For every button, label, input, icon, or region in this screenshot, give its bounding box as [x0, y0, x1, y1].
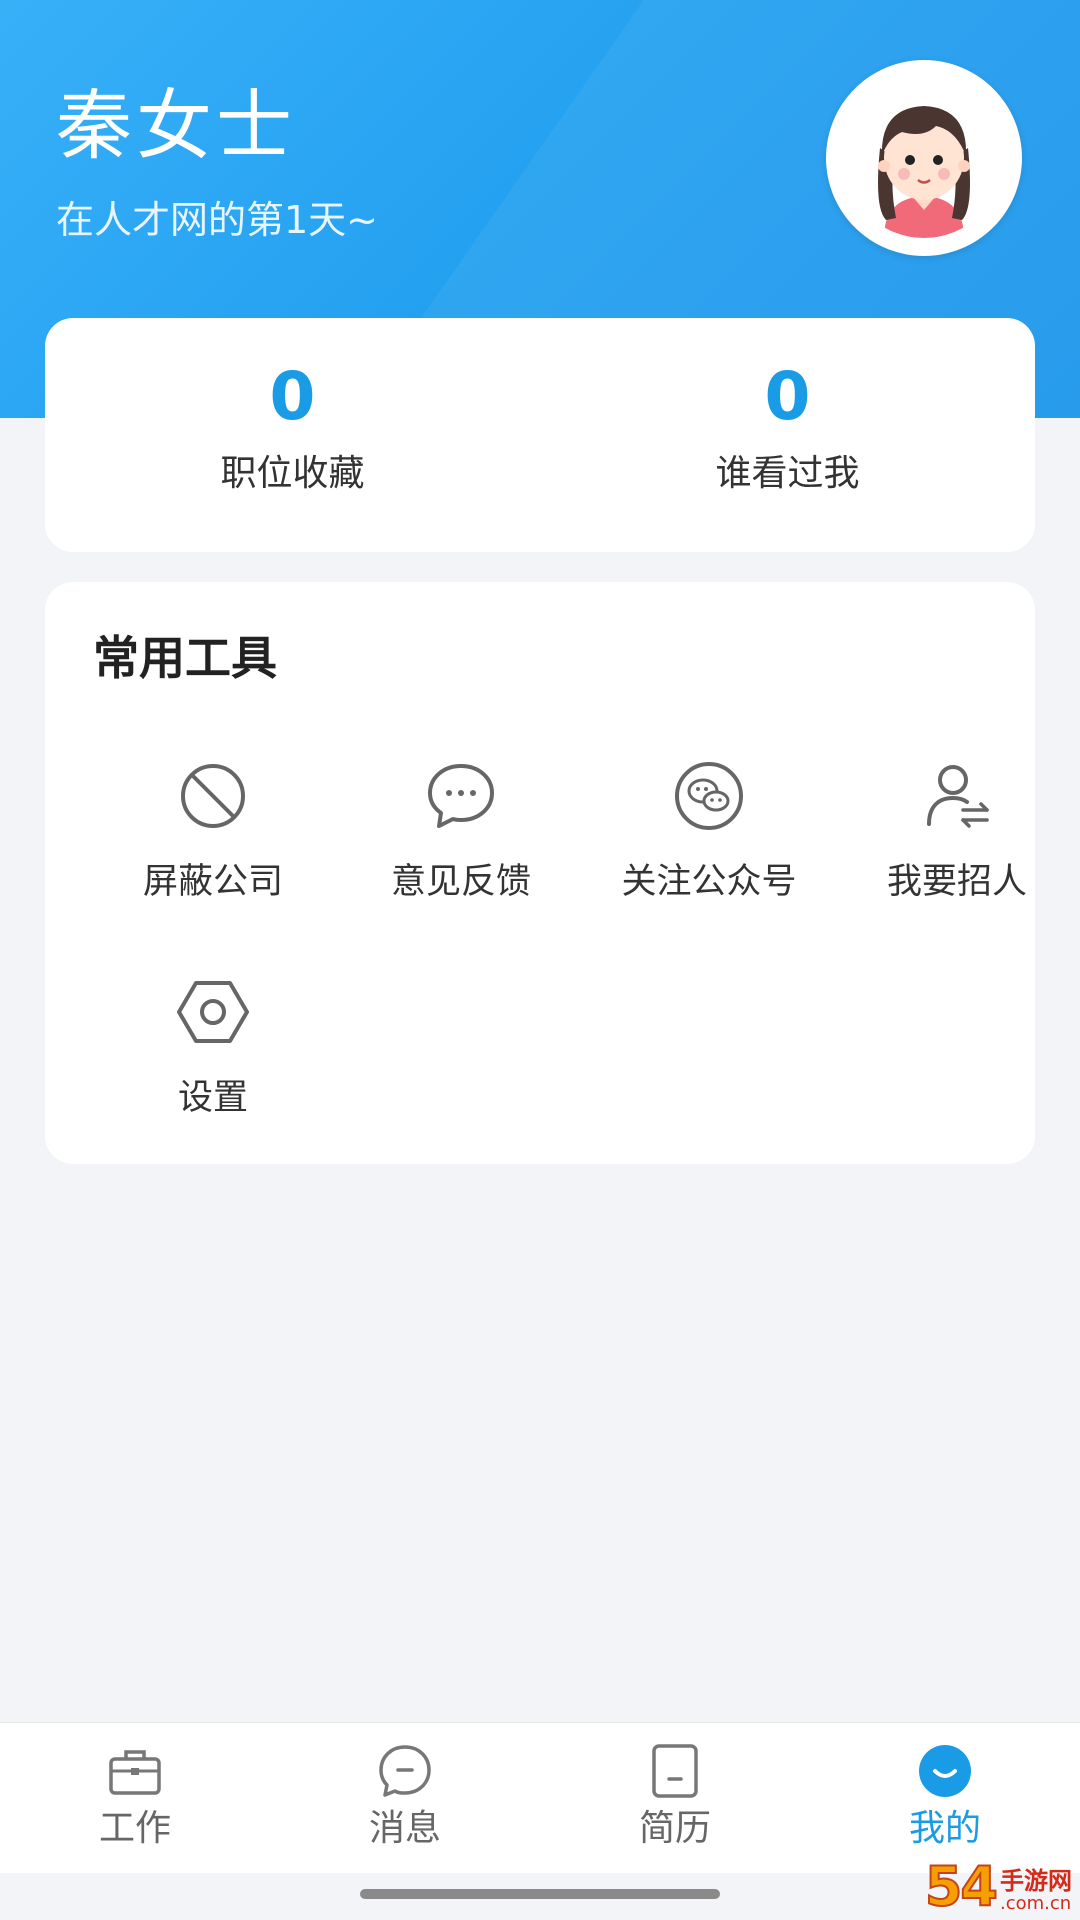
briefcase-icon — [109, 1750, 161, 1795]
tab-messages[interactable]: 消息 — [270, 1723, 540, 1873]
block-icon — [181, 764, 245, 828]
home-indicator[interactable] — [360, 1889, 720, 1899]
watermark-number: 54 — [924, 1855, 999, 1918]
hex-nut-settings-icon — [177, 981, 249, 1043]
tool-label: 设置 — [177, 1078, 248, 1118]
tool-label: 意见反馈 — [390, 862, 531, 902]
tools-card: 常用工具 屏蔽公司 意见反馈 关注公众号 我要招人 设置 — [45, 582, 1035, 1164]
stat-viewers-label: 谁看过我 — [715, 453, 860, 494]
tab-mine[interactable]: 我的 — [810, 1723, 1080, 1873]
tab-label: 简历 — [638, 1808, 711, 1849]
stat-favorites-value: 0 — [269, 358, 316, 435]
smile-icon — [919, 1745, 971, 1797]
avatar[interactable] — [826, 60, 1022, 256]
message-icon — [379, 1745, 431, 1797]
tool-label: 屏蔽公司 — [142, 862, 283, 902]
watermark-text: 手游网 — [1000, 1867, 1072, 1895]
tool-settings[interactable]: 设置 — [89, 976, 337, 1146]
stats-card: 0 职位收藏 0 谁看过我 — [45, 318, 1035, 552]
stat-viewers-value: 0 — [764, 358, 811, 435]
watermark-domain: .com.cn — [1000, 1893, 1072, 1914]
tab-label: 我的 — [908, 1808, 981, 1849]
bottom-tab-bar: 工作 消息 简历 我的 — [0, 1722, 1080, 1873]
tool-feedback[interactable]: 意见反馈 — [337, 760, 585, 930]
user-switch-icon — [927, 765, 989, 828]
tool-recruit[interactable]: 我要招人 — [833, 760, 1080, 930]
tool-block-company[interactable]: 屏蔽公司 — [89, 760, 337, 930]
stat-favorites-label: 职位收藏 — [220, 453, 365, 494]
watermark: 54 手游网 .com.cn — [924, 1855, 1072, 1918]
tool-label: 关注公众号 — [621, 862, 797, 902]
tab-work[interactable]: 工作 — [0, 1723, 270, 1873]
resume-icon — [652, 1744, 698, 1798]
user-name: 秦女士 — [56, 81, 296, 170]
tool-follow-official[interactable]: 关注公众号 — [585, 760, 833, 930]
stat-viewers[interactable]: 0 谁看过我 — [540, 318, 1035, 552]
chat-bubble-icon — [428, 764, 494, 828]
tab-label: 工作 — [98, 1808, 171, 1849]
tab-label: 消息 — [368, 1808, 441, 1849]
user-subtitle: 在人才网的第1天~ — [56, 198, 379, 242]
wechat-icon — [675, 762, 743, 830]
girl-avatar-icon — [844, 78, 1004, 238]
tool-label: 我要招人 — [886, 862, 1027, 902]
tools-title: 常用工具 — [93, 631, 277, 685]
stat-favorites[interactable]: 0 职位收藏 — [45, 318, 540, 552]
tab-resume[interactable]: 简历 — [540, 1723, 810, 1873]
